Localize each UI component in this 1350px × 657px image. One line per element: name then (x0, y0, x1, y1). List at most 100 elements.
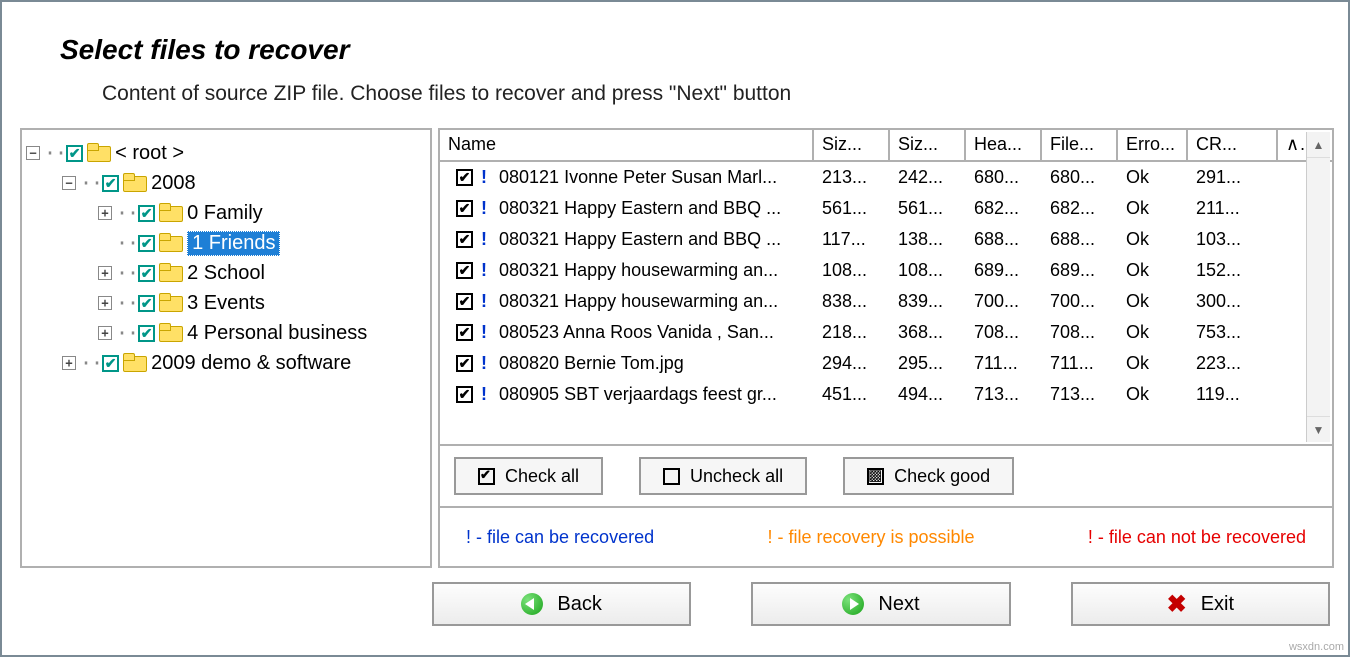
tree-checkbox[interactable] (138, 325, 155, 342)
row-checkbox[interactable] (456, 231, 473, 248)
next-button[interactable]: Next (751, 582, 1010, 626)
tree-item-label[interactable]: 4 Personal business (187, 322, 367, 345)
exit-button[interactable]: ✖Exit (1071, 582, 1330, 626)
col-error[interactable]: Erro... (1118, 130, 1188, 160)
tree-item-label[interactable]: 3 Events (187, 292, 265, 315)
tree-checkbox[interactable] (138, 265, 155, 282)
cell-error: Ok (1118, 384, 1188, 405)
cell-size1: 838... (814, 291, 890, 312)
expand-icon[interactable]: + (98, 296, 112, 310)
file-list-panel: Name Siz... Siz... Hea... File... Erro..… (438, 128, 1334, 568)
col-name[interactable]: Name (440, 130, 814, 160)
status-icon: ! (479, 291, 489, 312)
scrollbar[interactable]: ▲ ▼ (1306, 132, 1330, 442)
cell-crc: 753... (1188, 322, 1278, 343)
tree-item[interactable]: +··2009 demo & software (26, 348, 426, 378)
table-row[interactable]: !080321 Happy housewarming an...838...83… (440, 286, 1332, 317)
tree-checkbox[interactable] (138, 235, 155, 252)
scroll-up-icon[interactable]: ∧ (1278, 130, 1306, 160)
status-icon: ! (479, 229, 489, 250)
check-all-button[interactable]: Check all (454, 457, 603, 495)
tree-item-label[interactable]: < root > (115, 142, 184, 165)
tree-item[interactable]: +··0 Family (26, 198, 426, 228)
tree-checkbox[interactable] (102, 355, 119, 372)
cell-size1: 561... (814, 198, 890, 219)
row-checkbox[interactable] (456, 386, 473, 403)
cell-error: Ok (1118, 198, 1188, 219)
expand-icon[interactable]: + (62, 356, 76, 370)
cell-header: 688... (966, 229, 1042, 250)
scroll-up-icon[interactable]: ▲ (1307, 132, 1330, 158)
check-buttons-row: Check all Uncheck all Check good (440, 444, 1332, 506)
table-row[interactable]: !080321 Happy Eastern and BBQ ...561...5… (440, 193, 1332, 224)
cell-size2: 138... (890, 229, 966, 250)
tree-checkbox[interactable] (138, 295, 155, 312)
row-checkbox[interactable] (456, 169, 473, 186)
file-list-header[interactable]: Name Siz... Siz... Hea... File... Erro..… (440, 130, 1332, 162)
tree-item[interactable]: +··2 School (26, 258, 426, 288)
table-row[interactable]: !080905 SBT verjaardags feest gr...451..… (440, 379, 1332, 410)
table-row[interactable]: !080523 Anna Roos Vanida , San...218...3… (440, 317, 1332, 348)
collapse-icon[interactable]: − (62, 176, 76, 190)
col-file[interactable]: File... (1042, 130, 1118, 160)
cell-size2: 108... (890, 260, 966, 281)
scroll-down-icon[interactable]: ▼ (1307, 416, 1330, 442)
folder-icon (87, 144, 109, 162)
folder-icon (123, 174, 145, 192)
cell-file: 708... (1042, 322, 1118, 343)
table-row[interactable]: !080121 Ivonne Peter Susan Marl...213...… (440, 162, 1332, 193)
file-list-body[interactable]: !080121 Ivonne Peter Susan Marl...213...… (440, 162, 1332, 444)
tree-item[interactable]: +··3 Events (26, 288, 426, 318)
col-size2[interactable]: Siz... (890, 130, 966, 160)
col-crc[interactable]: CR... (1188, 130, 1278, 160)
cell-crc: 211... (1188, 198, 1278, 219)
row-checkbox[interactable] (456, 200, 473, 217)
tree-item-label[interactable]: 1 Friends (187, 231, 280, 256)
tree-item[interactable]: −··2008 (26, 168, 426, 198)
back-button[interactable]: Back (432, 582, 691, 626)
tree-item-label[interactable]: 2 School (187, 262, 265, 285)
cell-size2: 494... (890, 384, 966, 405)
checkbox-empty-icon (663, 468, 680, 485)
table-row[interactable]: !080321 Happy Eastern and BBQ ...117...1… (440, 224, 1332, 255)
row-checkbox[interactable] (456, 324, 473, 341)
legend-row: ! - file can be recovered ! - file recov… (440, 506, 1332, 566)
row-checkbox[interactable] (456, 355, 473, 372)
expand-icon[interactable]: + (98, 326, 112, 340)
cell-size1: 117... (814, 229, 890, 250)
tree-checkbox[interactable] (66, 145, 83, 162)
folder-icon (159, 234, 181, 252)
uncheck-all-button[interactable]: Uncheck all (639, 457, 807, 495)
row-checkbox[interactable] (456, 293, 473, 310)
tree-item-label[interactable]: 0 Family (187, 202, 263, 225)
checkbox-mixed-icon (867, 468, 884, 485)
status-icon: ! (479, 384, 489, 405)
tree-item-label[interactable]: 2008 (151, 172, 196, 195)
legend-not-recoverable: ! - file can not be recovered (1088, 527, 1306, 548)
col-header[interactable]: Hea... (966, 130, 1042, 160)
nav-button-row: Back Next ✖Exit (432, 582, 1330, 636)
expand-icon[interactable]: + (98, 266, 112, 280)
tree-item[interactable]: ··1 Friends (26, 228, 426, 258)
tree-item-label[interactable]: 2009 demo & software (151, 352, 351, 375)
folder-icon (159, 294, 181, 312)
folder-tree[interactable]: −··< root >−··2008+··0 Family··1 Friends… (20, 128, 432, 568)
table-row[interactable]: !080321 Happy housewarming an...108...10… (440, 255, 1332, 286)
check-good-button[interactable]: Check good (843, 457, 1014, 495)
tree-checkbox[interactable] (138, 205, 155, 222)
tree-item[interactable]: −··< root > (26, 138, 426, 168)
cell-crc: 152... (1188, 260, 1278, 281)
tree-item[interactable]: +··4 Personal business (26, 318, 426, 348)
cell-crc: 119... (1188, 384, 1278, 405)
cell-error: Ok (1118, 353, 1188, 374)
legend-possible: ! - file recovery is possible (767, 527, 974, 548)
col-size1[interactable]: Siz... (814, 130, 890, 160)
watermark: wsxdn.com (1289, 641, 1344, 653)
status-icon: ! (479, 322, 489, 343)
table-row[interactable]: !080820 Bernie Tom.jpg294...295...711...… (440, 348, 1332, 379)
folder-icon (159, 204, 181, 222)
tree-checkbox[interactable] (102, 175, 119, 192)
row-checkbox[interactable] (456, 262, 473, 279)
collapse-icon[interactable]: − (26, 146, 40, 160)
expand-icon[interactable]: + (98, 206, 112, 220)
